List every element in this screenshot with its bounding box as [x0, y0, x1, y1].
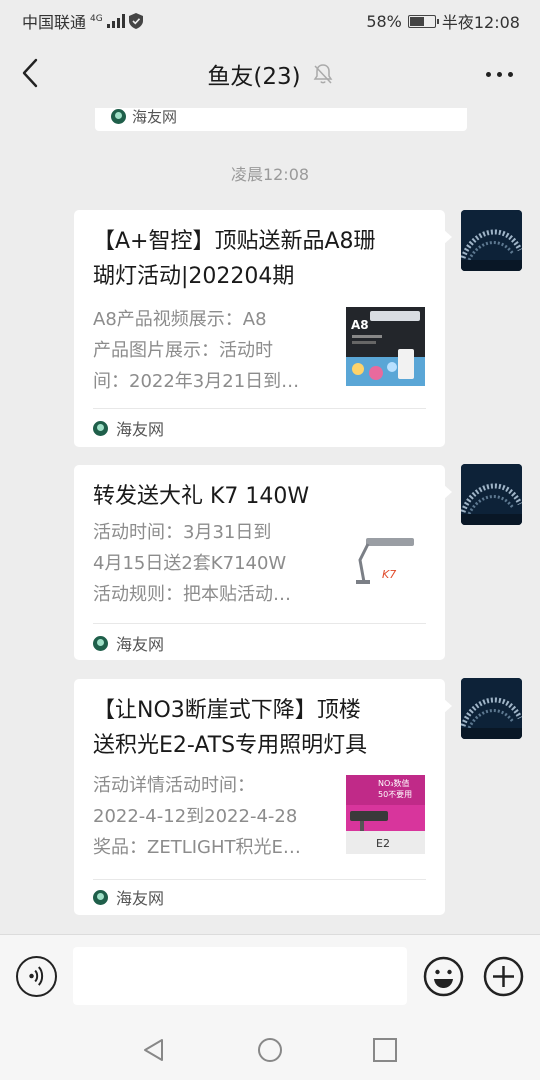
card-desc-line: 产品图片展示：活动时	[93, 340, 273, 361]
system-nav-bar	[0, 1020, 540, 1080]
link-card[interactable]: 【A+智控】顶贴送新品A8珊 瑚灯活动|202204期 A8产品视频展示：A8 …	[74, 210, 452, 447]
a8-product-image: A8	[346, 307, 425, 386]
status-left: 中国联通 4G	[22, 9, 143, 33]
time-label: 凌晨12:08	[230, 165, 310, 184]
card-title: 【让NO3断崖式下降】顶楼 送积光E2-ATS专用照明灯具	[93, 693, 426, 763]
card-desc-line: 活动规则：把本贴活动…	[93, 584, 291, 605]
source-logo-icon	[93, 635, 108, 651]
thumb-label: A8	[351, 318, 369, 332]
card-title-line: 【A+智控】顶贴送新品A8珊	[93, 229, 376, 254]
card-desc-line: 活动详情活动时间：	[93, 775, 255, 796]
status-right: 58% 半夜12:08	[366, 9, 520, 33]
card-description: 活动详情活动时间： 2022-4-12到2022-4-28 奖品：ZETLIGH…	[93, 770, 333, 863]
thumb-label: NO₃数值	[378, 778, 410, 788]
card-title-line: 转发送大礼 K7 140W	[93, 484, 310, 509]
card-desc-line: 4月15日送2套K7140W	[93, 553, 287, 574]
battery-icon	[407, 14, 439, 28]
e2-product-image: NO₃数值 50不要用 E2	[346, 775, 425, 854]
card-source: 海友网	[116, 635, 165, 654]
status-bar: 中国联通 4G 58% 半夜12:08	[0, 0, 540, 38]
card-title-line: 瑚灯活动|202204期	[93, 264, 295, 289]
card-source-row: 海友网	[93, 879, 164, 915]
emoji-icon[interactable]	[423, 956, 464, 997]
card-source-row: 海友网	[93, 625, 164, 661]
card-title: 转发送大礼 K7 140W	[93, 479, 426, 514]
mute-bell-icon	[313, 64, 333, 84]
avatar[interactable]	[461, 464, 522, 525]
thumb-label: K7	[382, 568, 396, 581]
status-time: 半夜12:08	[441, 13, 520, 32]
card-source: 海友网	[116, 420, 165, 439]
more-dots-icon[interactable]	[480, 60, 518, 88]
battery-percent: 58%	[366, 11, 402, 31]
card-thumbnail: K7	[346, 520, 425, 599]
card-source: 海友网	[132, 108, 178, 126]
title-bar: 鱼友(23)	[0, 38, 540, 108]
card-title-line: 【让NO3断崖式下降】顶楼	[93, 698, 361, 723]
plus-icon[interactable]	[483, 956, 524, 997]
card-desc-line: 活动时间：3月31日到	[93, 522, 272, 543]
nav-home-icon[interactable]	[257, 1037, 283, 1063]
card-desc-line: 奖品：ZETLIGHT积光E…	[93, 837, 301, 858]
carrier-name: 中国联通	[22, 13, 87, 32]
avatar-image	[461, 678, 522, 739]
previous-link-card[interactable]: 海友网	[95, 108, 467, 131]
thumb-label: E2	[376, 837, 390, 850]
card-thumbnail: NO₃数值 50不要用 E2	[346, 775, 425, 854]
thumb-label: 50不要用	[378, 790, 412, 799]
card-title-line: 送积光E2-ATS专用照明灯具	[93, 733, 368, 758]
shield-icon	[128, 13, 143, 29]
card-source: 海友网	[116, 889, 165, 908]
card-thumbnail: A8	[346, 307, 425, 386]
group-name: 鱼友(23)	[207, 64, 301, 90]
card-desc-line: A8产品视频展示：A8	[93, 309, 267, 330]
link-card[interactable]: 【让NO3断崖式下降】顶楼 送积光E2-ATS专用照明灯具 活动详情活动时间： …	[74, 679, 452, 915]
source-logo-icon	[93, 889, 108, 905]
source-logo-icon	[93, 420, 108, 436]
k7-product-image: K7	[346, 520, 425, 599]
card-title: 【A+智控】顶贴送新品A8珊 瑚灯活动|202204期	[93, 224, 426, 294]
avatar[interactable]	[461, 210, 522, 271]
source-logo-icon	[111, 109, 126, 124]
card-desc-line: 间：2022年3月21日到…	[93, 371, 300, 392]
message-input[interactable]	[73, 947, 407, 1005]
card-description: A8产品视频展示：A8 产品图片展示：活动时 间：2022年3月21日到…	[93, 304, 333, 397]
chat-area[interactable]: 海友网 凌晨12:08 【A+智控】顶贴送新品A8珊 瑚灯活动|202204期 …	[0, 108, 540, 934]
voice-icon[interactable]	[16, 956, 57, 997]
network-type: 4G	[90, 13, 103, 24]
avatar[interactable]	[461, 678, 522, 739]
signal-icon	[106, 14, 125, 28]
nav-recents-icon[interactable]	[372, 1037, 398, 1063]
input-bar	[0, 934, 540, 1020]
card-source-row: 海友网	[93, 410, 164, 446]
card-desc-line: 2022-4-12到2022-4-28	[93, 806, 298, 827]
link-card[interactable]: 转发送大礼 K7 140W 活动时间：3月31日到 4月15日送2套K7140W…	[74, 465, 452, 661]
nav-back-icon[interactable]	[141, 1037, 167, 1063]
avatar-image	[461, 464, 522, 525]
card-description: 活动时间：3月31日到 4月15日送2套K7140W 活动规则：把本贴活动…	[93, 517, 333, 610]
avatar-image	[461, 210, 522, 271]
chat-title: 鱼友(23)	[0, 57, 540, 91]
